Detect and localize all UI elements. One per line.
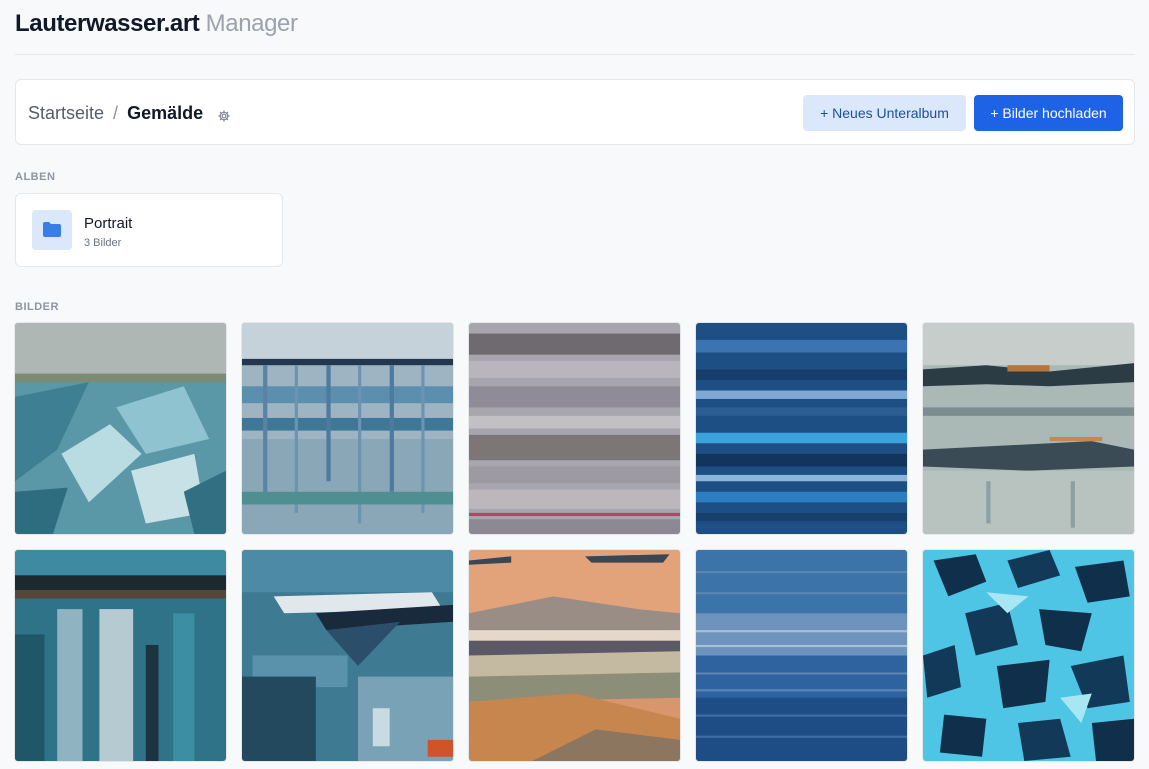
image-thumbnail[interactable]	[923, 323, 1134, 534]
upload-images-button[interactable]: + Bilder hochladen	[974, 95, 1123, 131]
image-thumbnail[interactable]	[15, 323, 226, 534]
image-thumbnail[interactable]	[696, 323, 907, 534]
album-toolbar: Startseite / Gemälde + Neues Unteralbum …	[15, 79, 1135, 145]
image-thumbnail[interactable]	[242, 550, 453, 761]
image-thumbnail[interactable]	[923, 550, 1134, 761]
painting-image	[242, 323, 453, 534]
image-thumbnail[interactable]	[469, 323, 680, 534]
breadcrumb: Startseite / Gemälde	[28, 102, 231, 124]
painting-image	[469, 323, 680, 534]
albums-section-label: ALBEN	[15, 171, 56, 183]
new-subalbum-button[interactable]: + Neues Unteralbum	[803, 95, 966, 131]
breadcrumb-current: Gemälde	[127, 103, 204, 123]
image-thumbnail[interactable]	[696, 550, 907, 761]
painting-image	[469, 550, 680, 761]
painting-image	[923, 323, 1134, 534]
folder-icon	[43, 222, 61, 237]
images-section-label: BILDER	[15, 301, 59, 313]
image-thumbnail[interactable]	[469, 550, 680, 761]
painting-image	[15, 323, 226, 534]
brand-name: Lauterwasser.art	[15, 10, 200, 37]
gear-icon[interactable]	[217, 106, 231, 122]
album-image-count: 3 Bilder	[84, 237, 122, 249]
painting-image	[923, 550, 1134, 761]
image-thumbnail[interactable]	[15, 550, 226, 761]
image-thumbnail[interactable]	[242, 323, 453, 534]
painting-image	[15, 550, 226, 761]
app-title: Lauterwasser.art Manager	[15, 10, 298, 38]
painting-image	[242, 550, 453, 761]
breadcrumb-home-link[interactable]: Startseite	[28, 102, 104, 124]
album-name: Portrait	[84, 215, 133, 232]
breadcrumb-separator: /	[113, 103, 119, 123]
album-card-portrait[interactable]: Portrait 3 Bilder	[15, 193, 283, 267]
brand-subtitle: Manager	[205, 10, 298, 37]
painting-image	[696, 323, 907, 534]
painting-image	[696, 550, 907, 761]
app-header: Lauterwasser.art Manager	[15, 0, 1135, 55]
album-icon-box	[32, 210, 72, 250]
